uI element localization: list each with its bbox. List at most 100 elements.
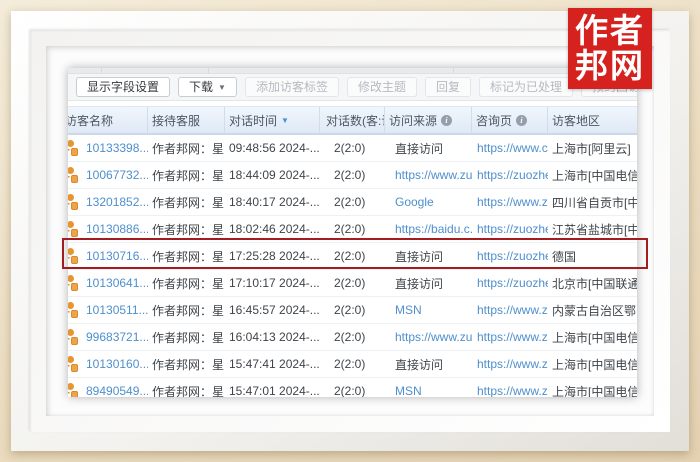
visitor-id-link[interactable]: 10130716... (86, 249, 148, 263)
add-visitor-icon[interactable]: + (68, 194, 79, 211)
add-visitor-icon[interactable]: + (68, 329, 79, 346)
toolbar-download-button[interactable]: 下载▼ (178, 77, 237, 97)
consult-page-link[interactable]: https://www.zu... (477, 330, 548, 344)
visitor-id-link[interactable]: 99683721... (86, 330, 148, 344)
visit-source-cell: 直接访问 (385, 356, 472, 373)
agent-cell: 作者邦网：星阑 (148, 383, 225, 398)
add-visitor-icon[interactable]: + (68, 356, 79, 373)
table-row[interactable]: + 10130886... 作者邦网：星阑 18:02:46 2024-... … (68, 216, 637, 243)
visit-source-value[interactable]: Google (395, 195, 434, 209)
table-row[interactable]: + 10067732... 作者邦网：星阑 18:44:09 2024-... … (68, 162, 637, 189)
brand-logo-line1: 作者 (575, 14, 645, 49)
consult-page-cell: https://www.zu... (472, 330, 548, 344)
visitor-id-link[interactable]: 10130160... (86, 357, 148, 371)
sort-desc-icon[interactable]: ▼ (281, 116, 289, 125)
toolbar-modify-theme-button[interactable]: 修改主题 (347, 77, 417, 97)
consult-page-link[interactable]: https://zuozhe... (477, 249, 548, 263)
column-label: 对话数(客:访) (326, 112, 385, 129)
table-row[interactable]: + 10133398... 作者邦网：星阑 09:48:56 2024-... … (68, 135, 637, 162)
toolbar: 显示字段设置下载▼添加访客标签修改主题回复标记为已处理预约回访删除 (68, 74, 637, 101)
column-label: 接待客服 (152, 112, 200, 129)
add-visitor-icon[interactable]: + (68, 248, 79, 265)
chat-time-cell: 18:44:09 2024-... (225, 168, 320, 182)
consult-page-link[interactable]: https://www.zu... (477, 357, 548, 371)
visitor-id-link[interactable]: 13201852... (86, 195, 148, 209)
visitor-name-cell: + 13201852... (68, 194, 148, 211)
visit-source-cell: 直接访问 (385, 248, 472, 265)
visitor-name-cell: + 89490549... (68, 383, 148, 398)
consult-page-cell: https://www.ch... (472, 141, 548, 155)
column-label: 访问来源 (389, 112, 437, 129)
table-row[interactable]: + 99683721... 作者邦网：星阑 16:04:13 2024-... … (68, 324, 637, 351)
consult-page-link[interactable]: https://zuozhe... (477, 168, 548, 182)
column-header-visitor-region: 访客地区 (548, 107, 637, 133)
add-visitor-icon[interactable]: + (68, 383, 79, 398)
table-row[interactable]: + 10130511... 作者邦网：星阑 16:45:57 2024-... … (68, 297, 637, 324)
message-count-cell: 2(2:0) (320, 276, 385, 290)
visit-source-cell: https://www.zu... (385, 168, 472, 182)
toolbar-add-visitor-tag-button[interactable]: 添加访客标签 (245, 77, 339, 97)
column-header-agent: 接待客服 (148, 107, 225, 133)
message-count-cell: 2(2:0) (320, 303, 385, 317)
table-row[interactable]: + 10130160... 作者邦网：星阑 15:47:41 2024-... … (68, 351, 637, 378)
message-count-cell: 2(2:0) (320, 222, 385, 236)
table-row[interactable]: + 10130716... 作者邦网：星阑 17:25:28 2024-... … (68, 243, 637, 270)
table-row[interactable]: + 10130641... 作者邦网：星阑 17:10:17 2024-... … (68, 270, 637, 297)
toolbar-show-field-settings-button[interactable]: 显示字段设置 (76, 77, 170, 97)
table-row[interactable]: + 13201852... 作者邦网：星阑 18:40:17 2024-... … (68, 189, 637, 216)
avatar-body (71, 310, 78, 318)
avatar-body (71, 202, 78, 210)
visitor-region-cell: 上海市[中国电信 (548, 167, 637, 184)
plus-glyph: + (68, 144, 70, 156)
consult-page-cell: https://www.zu... (472, 195, 548, 209)
column-header-chat-time[interactable]: 对话时间 ▼ (225, 107, 320, 133)
consult-page-link[interactable]: https://www.zu... (477, 195, 548, 209)
chat-time-cell: 15:47:41 2024-... (225, 357, 320, 371)
visit-source-value[interactable]: https://baidu.c... (395, 222, 472, 236)
avatar-body (71, 283, 78, 291)
visit-source-value[interactable]: https://www.zu... (395, 168, 472, 182)
consult-page-link[interactable]: https://www.ch... (477, 141, 548, 155)
table-body: + 10133398... 作者邦网：星阑 09:48:56 2024-... … (68, 135, 637, 397)
visit-source-value: 直接访问 (395, 358, 443, 372)
consult-page-link[interactable]: https://www.zu... (477, 384, 548, 397)
add-visitor-icon[interactable]: + (68, 302, 79, 319)
consult-page-link[interactable]: https://www.zu... (477, 303, 548, 317)
visitor-id-link[interactable]: 89490549... (86, 384, 148, 397)
add-visitor-icon[interactable]: + (68, 140, 79, 157)
avatar-body (71, 256, 78, 264)
consult-page-link[interactable]: https://zuozhe... (477, 222, 548, 236)
table-header: 访客名称 接待客服 对话时间 ▼ 对话数(客:访) 访问来源 i 咨询页 i 访… (68, 106, 637, 135)
visitor-region-cell: 内蒙古自治区鄂 (548, 302, 637, 319)
message-count-cell: 2(2:0) (320, 168, 385, 182)
plus-glyph: + (68, 252, 70, 264)
add-visitor-icon[interactable]: + (68, 221, 79, 238)
plus-glyph: + (68, 225, 70, 237)
visit-source-value[interactable]: MSN (395, 384, 422, 397)
visitor-id-link[interactable]: 10133398... (86, 141, 148, 155)
info-icon[interactable]: i (441, 115, 452, 126)
toolbar-mark-processed-button[interactable]: 标记为已处理 (479, 77, 573, 97)
visitor-id-link[interactable]: 10130886... (86, 222, 148, 236)
column-label: 咨询页 (476, 112, 512, 129)
info-icon[interactable]: i (516, 115, 527, 126)
visit-source-value[interactable]: https://www.zu... (395, 330, 472, 344)
visitor-id-link[interactable]: 10130641... (86, 276, 148, 290)
avatar-body (71, 175, 78, 183)
add-visitor-icon[interactable]: + (68, 275, 79, 292)
consult-page-cell: https://www.zu... (472, 384, 548, 397)
avatar-body (71, 148, 78, 156)
add-visitor-icon[interactable]: + (68, 167, 79, 184)
visitor-id-link[interactable]: 10067732... (86, 168, 148, 182)
consult-page-link[interactable]: https://zuozhe... (477, 276, 548, 290)
visit-source-cell: Google (385, 195, 472, 209)
plus-glyph: + (68, 279, 70, 291)
visitor-id-link[interactable]: 10130511... (86, 303, 148, 317)
visitor-region-cell: 上海市[中国电信 (548, 329, 637, 346)
brand-logo-line2: 邦网 (575, 49, 645, 84)
table-row[interactable]: + 89490549... 作者邦网：星阑 15:47:01 2024-... … (68, 378, 637, 397)
visitor-name-cell: + 10130886... (68, 221, 148, 238)
agent-cell: 作者邦网：星阑 (148, 140, 225, 157)
toolbar-reply-button[interactable]: 回复 (425, 77, 471, 97)
visit-source-value[interactable]: MSN (395, 303, 422, 317)
